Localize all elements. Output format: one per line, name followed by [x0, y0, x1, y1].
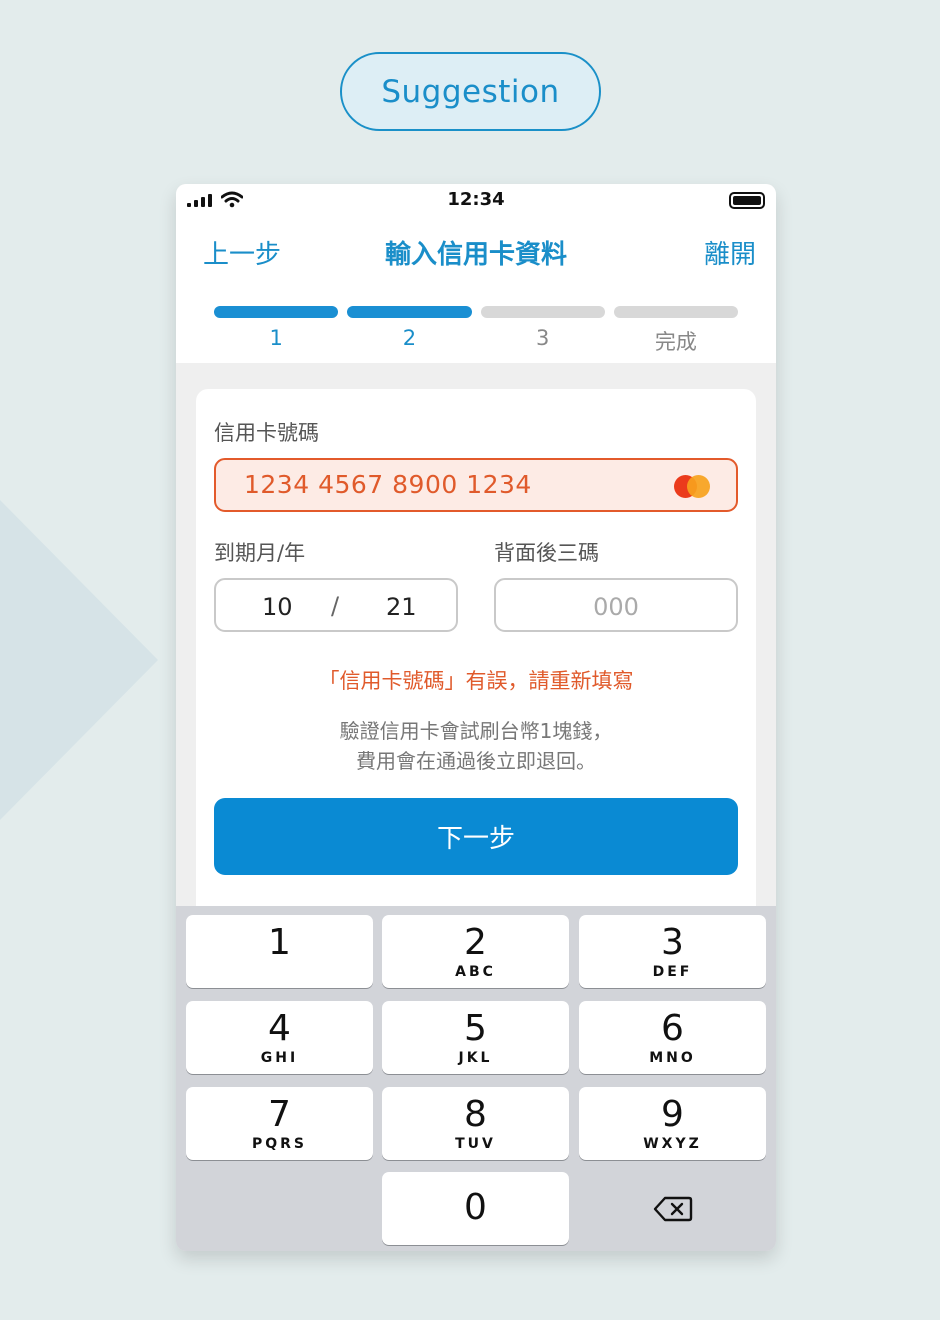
mastercard-icon	[674, 475, 710, 498]
key-8[interactable]: 8 TUV	[382, 1087, 569, 1160]
error-message: 「信用卡號碼」有誤，請重新填寫	[318, 669, 634, 693]
delete-key[interactable]	[579, 1172, 766, 1245]
card-number-input[interactable]: 1234 4567 8900 1234	[214, 458, 738, 512]
key-4[interactable]: 4 GHI	[186, 1001, 373, 1074]
verification-note-line1: 驗證信用卡會試刷台幣1塊錢，	[339, 719, 613, 743]
key-3[interactable]: 3 DEF	[579, 915, 766, 988]
card-number-value: 1234 4567 8900 1234	[244, 470, 532, 499]
progress-steps: 1 2 3 完成	[214, 306, 738, 356]
key-5[interactable]: 5 JKL	[382, 1001, 569, 1074]
credit-card-form: 信用卡號碼 1234 4567 8900 1234 到期月/年 背面後三碼 10…	[196, 389, 756, 929]
key-6[interactable]: 6 MNO	[579, 1001, 766, 1074]
expiry-separator: /	[331, 592, 340, 620]
step-1: 1	[214, 306, 339, 356]
navigation-bar: 上一步 輸入信用卡資料 離開 1 2 3 完成	[176, 216, 776, 363]
step-3: 3	[480, 306, 605, 356]
key-0[interactable]: 0	[382, 1172, 569, 1245]
key-1[interactable]: 1	[186, 915, 373, 988]
status-time: 12:34	[447, 189, 505, 210]
expiry-label: 到期月/年	[214, 541, 306, 565]
phone-screen: 12:34 上一步 輸入信用卡資料 離開 1 2 3 完成 信用卡號碼 1234…	[176, 184, 776, 1251]
exit-button[interactable]: 離開	[704, 234, 756, 271]
backspace-icon	[653, 1196, 692, 1221]
key-2[interactable]: 2 ABC	[382, 915, 569, 988]
card-number-label: 信用卡號碼	[214, 421, 319, 445]
cvv-input[interactable]: 000	[494, 578, 738, 632]
cvv-placeholder: 000	[593, 593, 639, 621]
key-7[interactable]: 7 PQRS	[186, 1087, 373, 1160]
next-button[interactable]: 下一步	[214, 798, 738, 875]
background-arrow-shape	[0, 500, 158, 820]
cvv-label: 背面後三碼	[494, 541, 599, 565]
expiry-month: 10	[262, 593, 293, 621]
suggestion-badge: Suggestion	[340, 52, 601, 131]
step-2: 2	[347, 306, 472, 356]
numeric-keypad: 1 2 ABC 3 DEF 4 GHI 5 JKL 6 MNO 7 PQRS 8 TUV 9W…	[176, 906, 776, 1251]
page-title: 輸入信用卡資料	[384, 240, 567, 270]
status-bar: 12:34	[176, 184, 776, 216]
battery-icon	[729, 192, 765, 209]
expiry-year: 21	[386, 593, 417, 621]
step-complete: 完成	[613, 306, 738, 356]
expiry-input[interactable]: 10 / 21	[214, 578, 458, 632]
key-9[interactable]: 9 WXYZ	[579, 1087, 766, 1160]
verification-note-line2: 費用會在通過後立即退回。	[356, 749, 596, 773]
